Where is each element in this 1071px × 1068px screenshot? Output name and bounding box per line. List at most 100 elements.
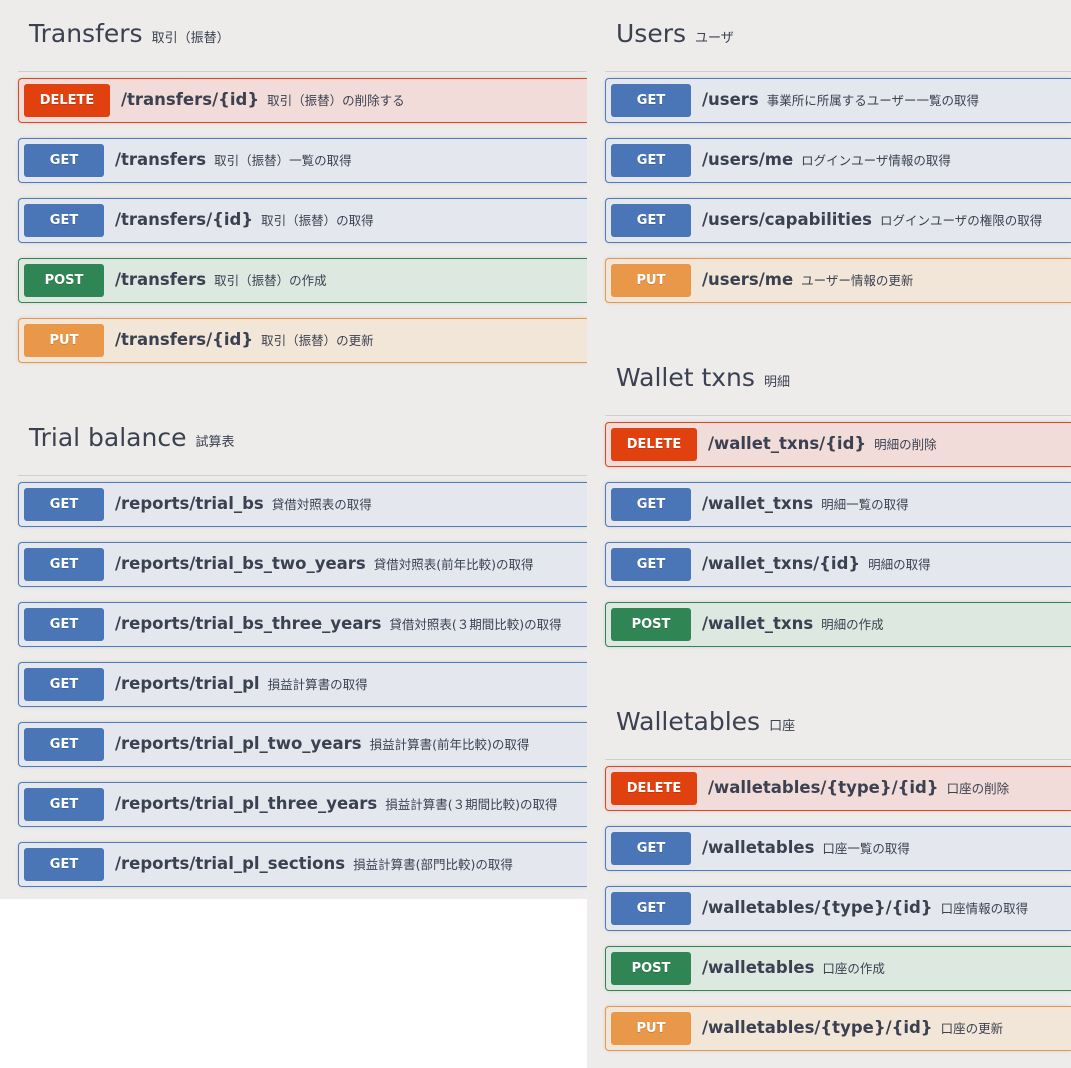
operation-path: /users/me ユーザー情報の更新 xyxy=(702,270,913,289)
method-badge-get: GET xyxy=(24,204,104,237)
operation-summary: 取引（振替）の作成 xyxy=(214,273,327,288)
operation-path-text: /wallet_txns xyxy=(702,614,814,633)
operation-path-text: /reports/trial_pl xyxy=(115,674,260,693)
method-badge-put: PUT xyxy=(611,1012,691,1045)
tag-header-wallet-txns[interactable]: Wallet txns 明細 xyxy=(605,344,1071,416)
operation-put-row[interactable]: PUT/transfers/{id} 取引（振替）の更新 xyxy=(18,318,587,363)
operation-summary: 明細の作成 xyxy=(821,617,884,632)
operation-path-text: /wallet_txns/{id} xyxy=(708,434,867,453)
tag-header-walletables[interactable]: Walletables 口座 xyxy=(605,688,1071,760)
operation-get-row[interactable]: GET/reports/trial_bs_two_years 貸借対照表(前年比較… xyxy=(18,542,587,587)
operation-summary: 貸借対照表(３期間比較)の取得 xyxy=(389,617,562,632)
method-badge-delete: DELETE xyxy=(611,772,697,805)
operation-path-text: /walletables xyxy=(702,838,815,857)
method-badge-get: GET xyxy=(24,788,104,821)
operation-path: /walletables 口座の作成 xyxy=(702,958,885,977)
operation-path-text: /transfers/{id} xyxy=(115,210,254,229)
operation-summary: 損益計算書(部門比較)の取得 xyxy=(353,857,513,872)
operation-path: /reports/trial_pl_two_years 損益計算書(前年比較)の取… xyxy=(115,734,529,753)
operation-put-row[interactable]: PUT/walletables/{type}/{id} 口座の更新 xyxy=(605,1006,1071,1051)
tag-title: Trial balance 試算表 xyxy=(29,423,234,452)
left-panel: Transfers 取引（振替） DELETE/transfers/{id} 取引（振… xyxy=(0,0,587,899)
tag-header-users[interactable]: Users ユーザ xyxy=(605,0,1071,72)
method-badge-put: PUT xyxy=(611,264,691,297)
operation-summary: ユーザー情報の更新 xyxy=(801,273,914,288)
operation-path: /reports/trial_pl 損益計算書の取得 xyxy=(115,674,368,693)
method-badge-get: GET xyxy=(24,144,104,177)
operation-path: /wallet_txns 明細一覧の取得 xyxy=(702,494,909,513)
tag-title-text: Walletables xyxy=(616,707,761,736)
operation-path: /transfers/{id} 取引（振替）の削除する xyxy=(121,90,405,109)
operation-put-row[interactable]: PUT/users/me ユーザー情報の更新 xyxy=(605,258,1071,303)
operation-summary: 口座一覧の取得 xyxy=(822,841,910,856)
operation-get-row[interactable]: GET/wallet_txns 明細一覧の取得 xyxy=(605,482,1071,527)
operation-get-row[interactable]: GET/users/capabilities ログインユーザの権限の取得 xyxy=(605,198,1071,243)
operation-get-row[interactable]: GET/wallet_txns/{id} 明細の取得 xyxy=(605,542,1071,587)
operation-summary: 明細の削除 xyxy=(874,437,937,452)
tag-section-users: Users ユーザ GET/users 事業所に所属するユーザー一覧の取得 GET/us… xyxy=(605,0,1071,303)
operation-path-text: /wallet_txns/{id} xyxy=(702,554,861,573)
operation-path: /transfers/{id} 取引（振替）の取得 xyxy=(115,210,374,229)
tag-section-wallet-txns: Wallet txns 明細 DELETE/wallet_txns/{id} 明細の削… xyxy=(605,344,1071,647)
operation-path: /walletables/{type}/{id} 口座の更新 xyxy=(702,1018,1003,1037)
operation-path: /walletables 口座一覧の取得 xyxy=(702,838,910,857)
operation-get-row[interactable]: GET/users 事業所に所属するユーザー一覧の取得 xyxy=(605,78,1071,123)
operation-path: /reports/trial_bs_two_years 貸借対照表(前年比較)の取… xyxy=(115,554,534,573)
operation-path: /transfers 取引（振替）の作成 xyxy=(115,270,327,289)
operation-get-row[interactable]: GET/reports/trial_bs 貸借対照表の取得 xyxy=(18,482,587,527)
method-badge-get: GET xyxy=(24,548,104,581)
operation-summary: 明細の取得 xyxy=(868,557,931,572)
tag-title: Walletables 口座 xyxy=(616,707,795,736)
method-badge-get: GET xyxy=(611,144,691,177)
method-badge-post: POST xyxy=(611,952,691,985)
tag-description: 明細 xyxy=(763,375,790,390)
operation-get-row[interactable]: GET/transfers/{id} 取引（振替）の取得 xyxy=(18,198,587,243)
operation-post-row[interactable]: POST/walletables 口座の作成 xyxy=(605,946,1071,991)
method-badge-put: PUT xyxy=(24,324,104,357)
operation-post-row[interactable]: POST/wallet_txns 明細の作成 xyxy=(605,602,1071,647)
method-badge-get: GET xyxy=(24,608,104,641)
operation-summary: ログインユーザの権限の取得 xyxy=(879,213,1043,228)
operation-get-row[interactable]: GET/transfers 取引（振替）一覧の取得 xyxy=(18,138,587,183)
tag-header-transfers[interactable]: Transfers 取引（振替） xyxy=(18,0,587,72)
operation-get-row[interactable]: GET/walletables 口座一覧の取得 xyxy=(605,826,1071,871)
operation-path-text: /reports/trial_bs_two_years xyxy=(115,554,366,573)
operation-get-row[interactable]: GET/reports/trial_bs_three_years 貸借対照表(３期… xyxy=(18,602,587,647)
operation-path-text: /reports/trial_bs xyxy=(115,494,264,513)
operation-summary: 取引（振替）一覧の取得 xyxy=(214,153,352,168)
operation-path: /walletables/{type}/{id} 口座情報の取得 xyxy=(702,898,1028,917)
operation-summary: 明細一覧の取得 xyxy=(821,497,909,512)
operation-path: /users/me ログインユーザ情報の取得 xyxy=(702,150,951,169)
operation-get-row[interactable]: GET/reports/trial_pl_three_years 損益計算書(３期… xyxy=(18,782,587,827)
tag-section-walletables: Walletables 口座 DELETE/walletables/{type}/{… xyxy=(605,688,1071,1051)
operation-path-text: /users xyxy=(702,90,759,109)
operation-path-text: /walletables/{type}/{id} xyxy=(702,898,933,917)
operation-get-row[interactable]: GET/reports/trial_pl_sections 損益計算書(部門比較)… xyxy=(18,842,587,887)
operation-get-row[interactable]: GET/walletables/{type}/{id} 口座情報の取得 xyxy=(605,886,1071,931)
tag-title: Users ユーザ xyxy=(616,19,734,48)
operation-path: /reports/trial_bs 貸借対照表の取得 xyxy=(115,494,372,513)
operation-get-row[interactable]: GET/reports/trial_pl_two_years 損益計算書(前年比較… xyxy=(18,722,587,767)
operation-get-row[interactable]: GET/users/me ログインユーザ情報の取得 xyxy=(605,138,1071,183)
operation-post-row[interactable]: POST/transfers 取引（振替）の作成 xyxy=(18,258,587,303)
operation-path-text: /walletables/{type}/{id} xyxy=(708,778,939,797)
operation-path: /reports/trial_bs_three_years 貸借対照表(３期間比較… xyxy=(115,614,562,633)
tag-section-transfers: Transfers 取引（振替） DELETE/transfers/{id} 取引（振… xyxy=(18,0,587,363)
operation-delete-row[interactable]: DELETE/transfers/{id} 取引（振替）の削除する xyxy=(18,78,587,123)
operation-delete-row[interactable]: DELETE/wallet_txns/{id} 明細の削除 xyxy=(605,422,1071,467)
tag-header-trial-balance[interactable]: Trial balance 試算表 xyxy=(18,404,587,476)
operation-delete-row[interactable]: DELETE/walletables/{type}/{id} 口座の削除 xyxy=(605,766,1071,811)
operation-get-row[interactable]: GET/reports/trial_pl 損益計算書の取得 xyxy=(18,662,587,707)
operation-summary: 事業所に所属するユーザー一覧の取得 xyxy=(766,93,980,108)
operation-path: /wallet_txns/{id} 明細の削除 xyxy=(708,434,937,453)
operation-path-text: /reports/trial_pl_two_years xyxy=(115,734,362,753)
operation-path: /transfers/{id} 取引（振替）の更新 xyxy=(115,330,374,349)
operation-path: /wallet_txns/{id} 明細の取得 xyxy=(702,554,931,573)
tag-description: 取引（振替） xyxy=(151,31,230,46)
operation-summary: 損益計算書の取得 xyxy=(267,677,368,692)
operation-path-text: /wallet_txns xyxy=(702,494,814,513)
method-badge-get: GET xyxy=(24,488,104,521)
operation-summary: 口座の削除 xyxy=(946,781,1010,796)
operation-path: /users 事業所に所属するユーザー一覧の取得 xyxy=(702,90,979,109)
method-badge-post: POST xyxy=(611,608,691,641)
